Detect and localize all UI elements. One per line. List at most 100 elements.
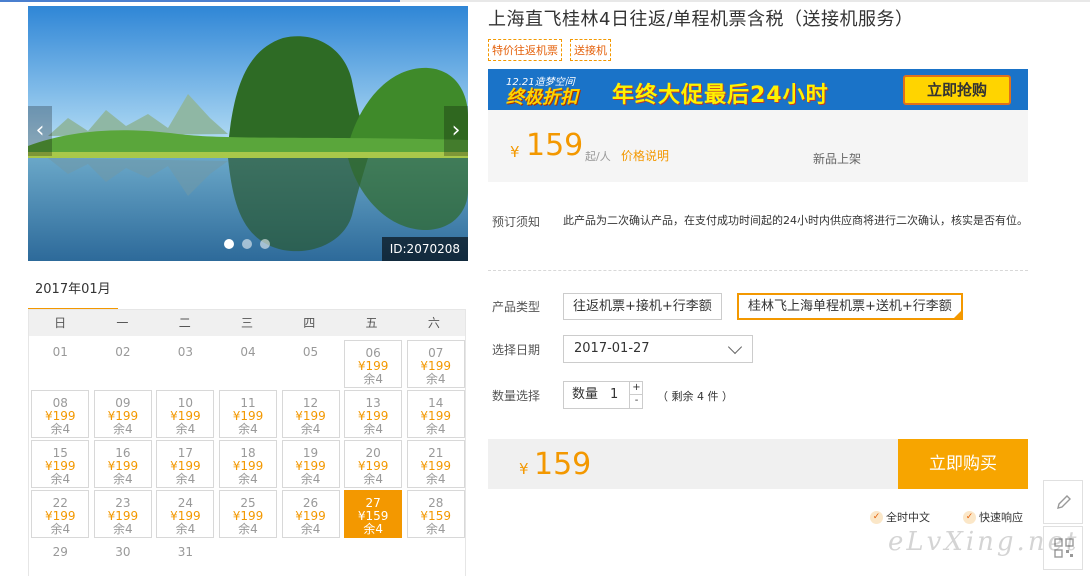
- product-id-badge: ID:2070208: [381, 237, 468, 261]
- price-box: ¥ 159 起/人 价格说明 新品上架: [488, 110, 1028, 182]
- calendar-day-number: 31: [177, 545, 194, 559]
- feature-label: 快速响应: [979, 511, 1023, 524]
- calendar-day-remain: 余4: [238, 472, 258, 486]
- pencil-icon: [1057, 495, 1071, 509]
- feature-label: 全时中文: [886, 511, 930, 524]
- calendar-day[interactable]: 12 ¥199 余4: [281, 390, 340, 438]
- calendar-day[interactable]: 13 ¥199 余4: [344, 390, 403, 438]
- feature-chinese-service: ✓ 全时中文: [870, 509, 930, 525]
- gallery-dot-1[interactable]: [224, 239, 234, 249]
- calendar-day[interactable]: 08 ¥199 余4: [31, 390, 90, 438]
- calendar-day: 02: [94, 340, 152, 388]
- quantity-label: 数量选择: [492, 389, 541, 403]
- gallery-prev-button[interactable]: ‹: [28, 106, 52, 156]
- calendar-day[interactable]: 20 ¥199 余4: [344, 440, 403, 488]
- calendar-day[interactable]: 07 ¥199 余4: [406, 340, 465, 388]
- calendar-day-remain: 余4: [363, 472, 383, 486]
- calendar-day-remain: 余4: [425, 422, 446, 436]
- selected-corner-icon: [953, 311, 961, 318]
- calendar-day[interactable]: 28 ¥159 余4: [406, 490, 465, 538]
- calendar-day[interactable]: 16 ¥199 余4: [93, 440, 152, 488]
- calendar-day-remain: 余4: [300, 522, 321, 536]
- buy-now-button[interactable]: 立即购买: [898, 439, 1028, 489]
- product-tags: 特价往返机票 送接机: [488, 39, 611, 61]
- date-label: 选择日期: [492, 343, 541, 357]
- calendar-day[interactable]: 21 ¥199 余4: [406, 440, 465, 488]
- calendar-day-number: 05: [302, 345, 319, 359]
- notice-text: 此产品为二次确认产品，在支付成功时间起的24小时内供应商将进行二次确认，核实是否…: [563, 214, 1028, 227]
- calendar-day-remain: 余4: [425, 372, 446, 386]
- total-currency: ¥: [519, 460, 529, 478]
- price-amount: 159: [526, 128, 584, 163]
- banner-left-text: 终极折扣: [506, 87, 578, 108]
- gallery-dot-3[interactable]: [260, 239, 270, 249]
- calendar-day[interactable]: 25 ¥199 余4: [219, 490, 277, 538]
- calendar-day: 30: [94, 540, 152, 576]
- product-type-option-oneway[interactable]: 桂林飞上海单程机票+送机+行李额: [737, 293, 963, 320]
- calendar-day[interactable]: 14 ¥199 余4: [406, 390, 465, 438]
- calendar-month-tab[interactable]: 2017年01月: [28, 281, 118, 311]
- gallery-dot-2[interactable]: [242, 239, 252, 249]
- calendar-weekday-header: 日 一 二 三 四 五 六: [29, 310, 465, 336]
- calendar-day[interactable]: 06 ¥199 余4: [344, 340, 403, 388]
- gallery-next-button[interactable]: ›: [444, 106, 468, 156]
- calendar-day-remain: 余4: [363, 522, 383, 536]
- remaining-stock: （ 剩余 4 件 ）: [657, 390, 733, 403]
- calendar-day-remain: 余4: [238, 522, 258, 536]
- price-calendar: 日 一 二 三 四 五 六 01 02 03 04 05 06 ¥199 余4 07 ¥199 余4…: [28, 310, 466, 576]
- calendar-day[interactable]: 26 ¥199 余4: [281, 490, 340, 538]
- calendar-day[interactable]: 22 ¥199 余4: [31, 490, 90, 538]
- weekday-label: 一: [116, 316, 129, 330]
- calendar-day: 05: [282, 340, 340, 388]
- calendar-day-remain: 余4: [363, 372, 383, 386]
- calendar-day-remain: 余4: [50, 472, 71, 486]
- calendar-day-remain: 余4: [50, 522, 71, 536]
- calendar-day-remain: 余4: [113, 472, 133, 486]
- weekday-label: 六: [427, 316, 440, 330]
- quantity-minus-button[interactable]: -: [629, 395, 643, 408]
- calendar-day[interactable]: 11 ¥199 余4: [219, 390, 277, 438]
- banner-cta-button[interactable]: 立即抢购: [903, 75, 1011, 105]
- weekday-label: 四: [303, 316, 316, 330]
- price-explain-link[interactable]: 价格说明: [621, 147, 669, 164]
- weekday-label: 五: [365, 316, 378, 330]
- calendar-day-remain: 余4: [50, 422, 71, 436]
- check-icon: ✓: [870, 510, 883, 524]
- calendar-day-number: 04: [240, 345, 256, 359]
- calendar-day[interactable]: 23 ¥199 余4: [93, 490, 152, 538]
- calendar-day[interactable]: 15 ¥199 余4: [31, 440, 90, 488]
- calendar-day-remain: 余4: [175, 522, 196, 536]
- calendar-day[interactable]: 17 ¥199 余4: [156, 440, 215, 488]
- calendar-day-remain: 余4: [175, 472, 196, 486]
- calendar-day-number: 01: [52, 345, 68, 359]
- calendar-day[interactable]: 09 ¥199 余4: [93, 390, 152, 438]
- product-photo: ‹ › ID:2070208: [28, 6, 468, 261]
- calendar-day-remain: 余4: [238, 422, 258, 436]
- quantity-plus-button[interactable]: +: [629, 382, 643, 395]
- calendar-day: 01: [31, 340, 89, 388]
- product-type-option-roundtrip[interactable]: 往返机票+接机+行李额: [563, 293, 722, 320]
- edit-tool-button[interactable]: [1043, 480, 1083, 524]
- landscape-image: [28, 6, 468, 261]
- quantity-stepper[interactable]: 数量 1 + -: [563, 381, 643, 409]
- product-type-label: 产品类型: [492, 300, 541, 314]
- promo-banner[interactable]: 12.21造梦空间 终极折扣 年终大促最后24小时 立即抢购: [488, 69, 1028, 110]
- calendar-day[interactable]: 19 ¥199 余4: [281, 440, 340, 488]
- calendar-day-remain: 余4: [113, 522, 133, 536]
- weekday-label: 二: [178, 316, 191, 330]
- feature-fast-response: ✓ 快速响应: [963, 509, 1023, 525]
- calendar-day: 04: [219, 340, 277, 388]
- calendar-day[interactable]: 18 ¥199 余4: [219, 440, 277, 488]
- calendar-day[interactable]: 10 ¥199 余4: [156, 390, 215, 438]
- price-currency: ¥: [510, 143, 520, 161]
- date-select[interactable]: 2017-01-27: [563, 335, 753, 363]
- weekday-label: 三: [240, 316, 253, 330]
- calendar-day[interactable]: 24 ¥199 余4: [156, 490, 215, 538]
- section-divider: [488, 270, 1028, 271]
- calendar-day-selected[interactable]: 27 ¥159 余4: [344, 490, 403, 538]
- quantity-value[interactable]: 1: [610, 382, 618, 408]
- check-icon: ✓: [963, 510, 976, 524]
- calendar-day-number: 03: [177, 345, 194, 359]
- tag-roundtrip: 特价往返机票: [488, 39, 562, 61]
- weekday-label: 日: [54, 316, 67, 330]
